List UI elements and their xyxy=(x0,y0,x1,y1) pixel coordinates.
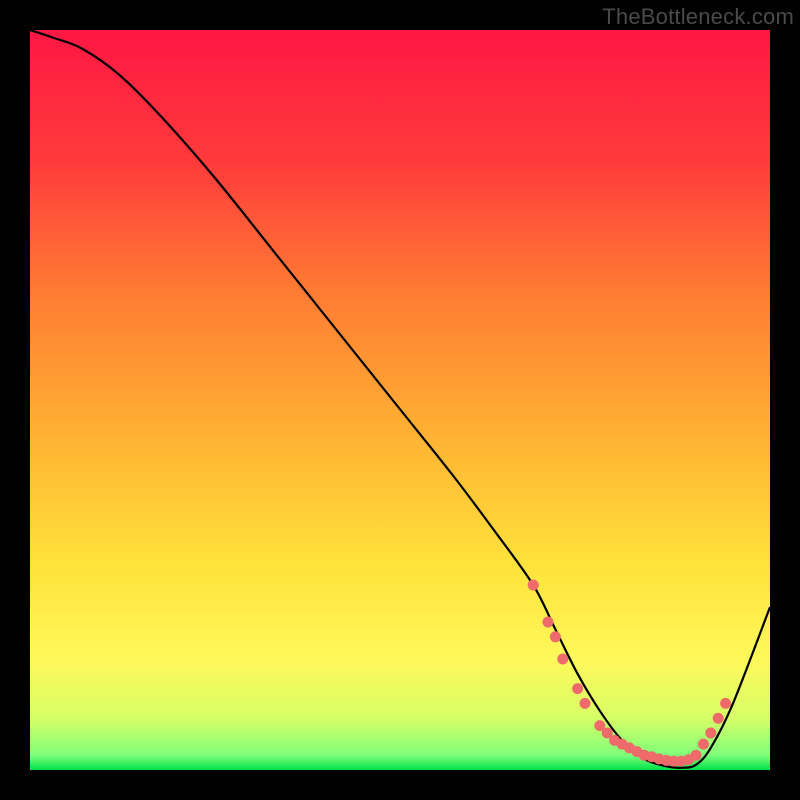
data-dot xyxy=(595,721,605,731)
chart-plot-area xyxy=(30,30,770,770)
data-dot xyxy=(706,728,716,738)
data-dot xyxy=(580,698,590,708)
data-dot xyxy=(528,580,538,590)
data-dot xyxy=(721,698,731,708)
data-dot xyxy=(713,713,723,723)
gradient-background xyxy=(30,30,770,770)
data-dot xyxy=(691,750,701,760)
data-dot xyxy=(698,739,708,749)
data-dot xyxy=(550,632,560,642)
data-dot xyxy=(573,684,583,694)
data-dot xyxy=(602,728,612,738)
watermark-text: TheBottleneck.com xyxy=(602,4,794,30)
data-dot xyxy=(558,654,568,664)
chart-svg xyxy=(30,30,770,770)
chart-container: TheBottleneck.com xyxy=(0,0,800,800)
data-dot xyxy=(543,617,553,627)
